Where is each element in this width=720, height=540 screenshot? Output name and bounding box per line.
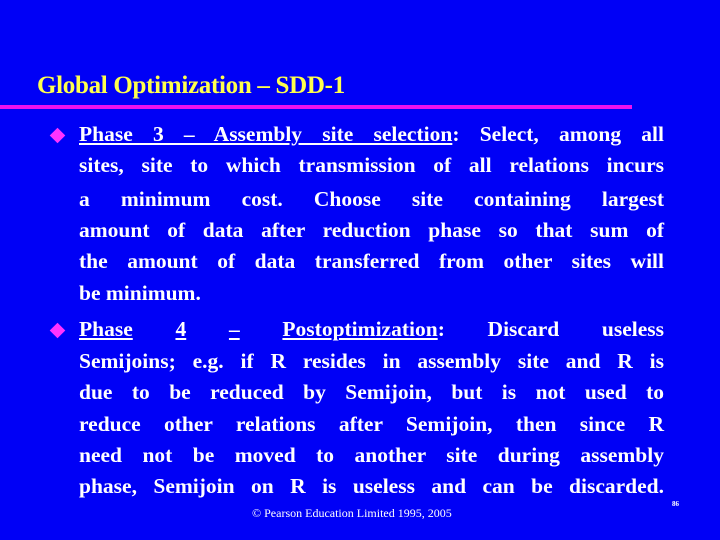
page-number: 86 [672, 500, 679, 508]
bullet-1-line-3: a minimum cost. Choose site containing l… [79, 187, 664, 211]
bullet-2-heading-word: 4 [175, 317, 187, 341]
copyright-footer: © Pearson Education Limited 1995, 2005 [252, 506, 452, 520]
bullet-2-heading-word: – [228, 317, 240, 341]
diamond-bullet-icon [49, 322, 66, 339]
bullet-2-line-4: reduce other relations after Semijoin, t… [79, 412, 664, 436]
bullet-1-line-5: the amount of data transferred from othe… [79, 249, 664, 273]
bullet-2-heading-word: Postoptimization [282, 317, 438, 341]
bullet-1-heading: Phase 3 – Assembly site selection [79, 122, 453, 146]
bullet-2-heading-word: Phase [79, 317, 133, 341]
bullet-1-line-6: be minimum. [79, 281, 201, 305]
bullet-2-line-1: Phase 4 – Postoptimization: Discard usel… [79, 314, 664, 345]
bullet-1-line-4: amount of data after reduction phase so … [79, 218, 664, 242]
bullet-2-line-2: Semijoins; e.g. if R resides in assembly… [79, 349, 664, 373]
title-underline-rule [0, 105, 632, 109]
bullet-2-line-6: phase, Semijoin on R is useless and can … [79, 474, 664, 498]
diamond-bullet-icon [49, 127, 66, 144]
bullet-2-line-5: need not be moved to another site during… [79, 443, 664, 467]
bullet-1-line-2: sites, site to which transmission of all… [79, 153, 664, 177]
bullet-2-line-1-rest: : Discard useless [437, 317, 665, 341]
bullet-1-line-1: Phase 3 – Assembly site selection: Selec… [79, 122, 664, 146]
slide-title: Global Optimization – SDD-1 [37, 72, 345, 99]
bullet-2-line-3: due to be reduced by Semijoin, but is no… [79, 380, 664, 404]
